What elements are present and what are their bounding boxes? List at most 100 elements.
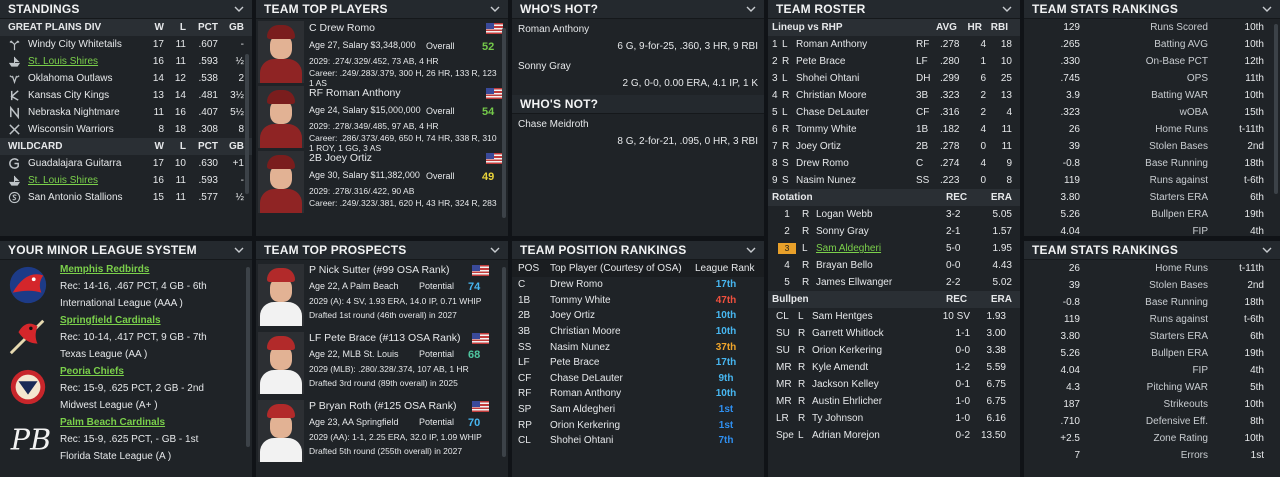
league-rank: 47th: [715, 294, 737, 306]
position-row[interactable]: RF Roman Anthony 10th: [512, 386, 764, 402]
minor-team-name[interactable]: Springfield Cardinals: [60, 315, 161, 326]
bullpen-row[interactable]: SU R Orion Kerkering 0-0 3.38: [768, 342, 1020, 359]
stat-name: Zone Rating: [1153, 433, 1208, 444]
stats-scrollbar[interactable]: [1274, 24, 1278, 194]
standings-row[interactable]: San Antonio Stallions 15 11 .577 ½: [0, 189, 252, 206]
lineup-row[interactable]: 1 L Roman Anthony RF .278 4 18: [768, 36, 1020, 53]
standings-scrollbar[interactable]: [245, 54, 249, 194]
minor-team-name[interactable]: Peoria Chiefs: [60, 366, 124, 377]
minor-team-league: International League (AAA ): [60, 298, 183, 309]
rotation-row[interactable]: 4 R Brayan Bello 0-0 4.43: [768, 257, 1020, 274]
bullpen-row[interactable]: LR R Ty Johnson 1-0 6.16: [768, 410, 1020, 427]
position-row[interactable]: SS Nasim Nunez 37th: [512, 339, 764, 355]
minor-team-name[interactable]: Memphis Redbirds: [60, 264, 149, 275]
division-list: Windy City Whitetails 17 11 .607 - St. Louis …: [0, 36, 252, 138]
position-row[interactable]: 1B Tommy White 47th: [512, 293, 764, 309]
minor-league-team[interactable]: Springfield Cardinals Rec: 10-14, .417 PC…: [0, 311, 252, 362]
minors-scrollbar[interactable]: [246, 267, 250, 447]
top-players-scrollbar[interactable]: [502, 28, 506, 218]
chevron-down-icon[interactable]: [232, 243, 246, 257]
stats-row: 119 Runs against t-6th: [1024, 172, 1280, 189]
minor-league-team[interactable]: PB Palm Beach Cardinals Rec: 15-9, .625 PC…: [0, 413, 252, 464]
chevron-down-icon[interactable]: [488, 2, 502, 16]
standings-row[interactable]: Wisconsin Warriors 8 18 .308 8: [0, 121, 252, 138]
stat-name: Starters ERA: [1149, 192, 1208, 203]
player-card[interactable]: 2B Joey Ortiz Age 30, Salary $11,382,000 O…: [256, 149, 508, 214]
stat-name: Home Runs: [1155, 124, 1208, 135]
chevron-down-icon[interactable]: [744, 243, 758, 257]
player-card[interactable]: RF Roman Anthony Age 24, Salary $15,000,0…: [256, 84, 508, 153]
hr: 4: [980, 39, 986, 50]
minor-team-name[interactable]: Palm Beach Cardinals: [60, 417, 165, 428]
position-row[interactable]: RP Orion Kerkering 1st: [512, 417, 764, 433]
position-row[interactable]: 3B Christian Moore 10th: [512, 324, 764, 340]
bullpen-row[interactable]: SU R Garrett Whitlock 1-1 3.00: [768, 325, 1020, 342]
stat-value: 5.26: [1060, 209, 1080, 220]
position-row[interactable]: LF Pete Brace 17th: [512, 355, 764, 371]
lineup-row[interactable]: 3 L Shohei Ohtani DH .299 6 25: [768, 70, 1020, 87]
standings-row[interactable]: Windy City Whitetails 17 11 .607 -: [0, 36, 252, 53]
position-row[interactable]: SP Sam Aldegheri 1st: [512, 402, 764, 418]
prospects-scrollbar[interactable]: [502, 267, 506, 457]
bullpen-row[interactable]: MR R Jackson Kelley 0-1 6.75: [768, 376, 1020, 393]
bullpen-row[interactable]: MR R Kyle Amendt 1-2 5.59: [768, 359, 1020, 376]
team-name[interactable]: St. Louis Shires: [28, 56, 140, 67]
hot-player[interactable]: Chase Meidroth 8 G, 2-for-21, .095, 0 HR,…: [512, 114, 764, 151]
player-card[interactable]: C Drew Romo Age 27, Salary $3,348,000 Over…: [256, 19, 508, 88]
rotation-row[interactable]: 5 R James Ellwanger 2-2 5.02: [768, 274, 1020, 291]
chevron-down-icon[interactable]: [744, 2, 758, 16]
standings-row[interactable]: Nebraska Nightmare 11 16 .407 5½: [0, 104, 252, 121]
crossed-icon: [8, 123, 28, 136]
prospect-card[interactable]: P Nick Sutter (#99 OSA Rank) Age 22, A Pa…: [256, 260, 508, 328]
standings-row[interactable]: St. Louis Shires 16 11 .593 ½: [0, 53, 252, 70]
rotation-row[interactable]: 1 R Logan Webb 3-2 5.05: [768, 206, 1020, 223]
stat-rank: 6th: [1250, 192, 1264, 203]
lineup-row[interactable]: 2 R Pete Brace LF .280 1 10: [768, 53, 1020, 70]
stats-panel-bottom: TEAM STATS RANKINGS 26 Home Runs t-11th 39 S…: [1024, 241, 1280, 477]
handedness: R: [798, 328, 806, 339]
era: 3.38: [986, 345, 1006, 356]
hot-player[interactable]: Sonny Gray 2 G, 0-0, 0.00 ERA, 4.1 IP, 1 …: [512, 56, 764, 93]
position-row[interactable]: 2B Joey Ortiz 10th: [512, 308, 764, 324]
position-row[interactable]: C Drew Romo 17th: [512, 277, 764, 293]
stat-value: 3.80: [1060, 192, 1080, 203]
player-name: Pete Brace: [796, 56, 846, 67]
chevron-down-icon[interactable]: [1000, 2, 1014, 16]
bullpen-row[interactable]: Spe L Adrian Morejon 0-2 13.50: [768, 427, 1020, 444]
chevron-down-icon[interactable]: [488, 243, 502, 257]
position-row[interactable]: CF Chase DeLauter 9th: [512, 371, 764, 387]
lineup-row[interactable]: 6 R Tommy White 1B .182 4 11: [768, 121, 1020, 138]
minor-league-team[interactable]: Peoria Chiefs Rec: 15-9, .625 PCT, 2 GB -…: [0, 362, 252, 413]
team-name[interactable]: St. Louis Shires: [28, 175, 140, 186]
minor-league-team[interactable]: Memphis Redbirds Rec: 14-16, .467 PCT, 4 …: [0, 260, 252, 311]
stats-row: 4.3 Pitching WAR 5th: [1024, 379, 1280, 396]
lineup-row[interactable]: 9 S Nasim Nunez SS .223 0 8: [768, 172, 1020, 189]
minor-team-record: Rec: 10-14, .417 PCT, 9 GB - 7th: [60, 332, 207, 343]
prospect-name: P Nick Sutter (#99 OSA Rank): [309, 264, 450, 276]
standings-row[interactable]: St. Louis Shires 16 11 .593 -: [0, 172, 252, 189]
rotation-row[interactable]: 2 R Sonny Gray 2-1 1.57: [768, 223, 1020, 240]
record: 5-0: [946, 243, 961, 254]
chevron-down-icon[interactable]: [232, 2, 246, 16]
lineup-row[interactable]: 5 L Chase DeLauter CF .316 2 4: [768, 104, 1020, 121]
standings-row[interactable]: Kansas City Kings 13 14 .481 3½: [0, 87, 252, 104]
position-row[interactable]: CL Shohei Ohtani 7th: [512, 433, 764, 449]
hot-player[interactable]: Roman Anthony 6 G, 9-for-25, .360, 3 HR, …: [512, 19, 764, 56]
lineup-row[interactable]: 7 R Joey Ortiz 2B .278 0 11: [768, 138, 1020, 155]
lineup-row[interactable]: 4 R Christian Moore 3B .323 2 13: [768, 87, 1020, 104]
lineup-row[interactable]: 8 S Drew Romo C .274 4 9: [768, 155, 1020, 172]
prospect-card[interactable]: P Bryan Roth (#125 OSA Rank) Age 23, AA S…: [256, 396, 508, 464]
rotation-row[interactable]: 3 L Sam Aldegheri 5-0 1.95: [768, 240, 1020, 257]
usa-flag-icon: [472, 401, 489, 412]
bullpen-row[interactable]: CL L Sam Hentges 10 SV 1.93: [768, 308, 1020, 325]
stat-rank: 12th: [1244, 56, 1264, 67]
standings-row[interactable]: Oklahoma Outlaws 14 12 .538 2: [0, 70, 252, 87]
prospect-card[interactable]: LF Pete Brace (#113 OSA Rank) Age 22, MLB…: [256, 328, 508, 396]
standings-row[interactable]: Guadalajara Guitarra 17 10 .630 +1: [0, 155, 252, 172]
batting-order: 1: [772, 39, 778, 50]
player-name[interactable]: Sam Aldegheri: [816, 243, 946, 254]
chevron-down-icon[interactable]: [1260, 2, 1274, 16]
overall-rating: 54: [482, 106, 495, 118]
chevron-down-icon[interactable]: [1260, 243, 1274, 257]
bullpen-row[interactable]: MR R Austin Ehrlicher 1-0 6.75: [768, 393, 1020, 410]
